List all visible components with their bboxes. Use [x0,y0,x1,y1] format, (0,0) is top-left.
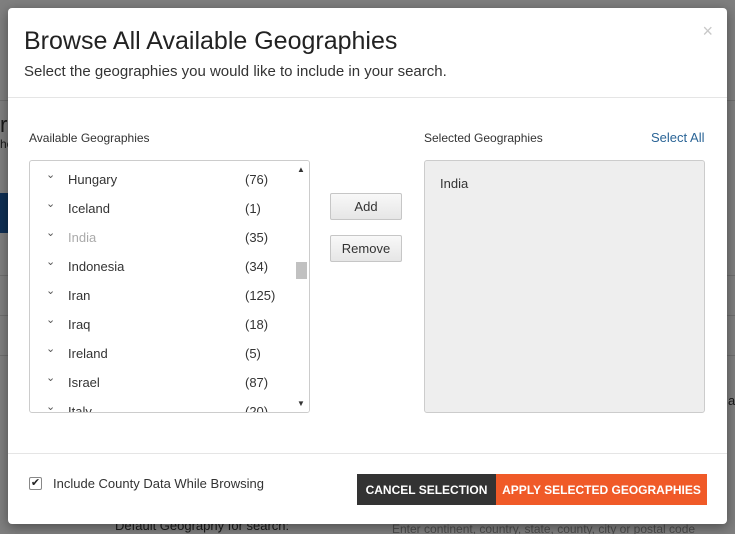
footer-divider [8,453,727,454]
chevron-down-icon[interactable]: ⌄ [46,197,55,210]
include-county-label[interactable]: Include County Data While Browsing [53,476,264,491]
list-scrollbar[interactable]: ▲ ▼ [293,161,309,412]
chevron-down-icon[interactable]: ⌄ [46,168,55,181]
geo-name: India [68,230,97,245]
geo-name: Hungary [68,172,118,187]
list-item[interactable]: ⌄ Ireland (5) [30,337,293,366]
chevron-down-icon[interactable]: ⌄ [46,371,55,384]
scroll-down-icon[interactable]: ▼ [297,399,305,408]
list-item[interactable]: ⌄ Iceland (1) [30,192,293,221]
include-county-checkbox[interactable]: ✔ [29,477,42,490]
list-item[interactable]: ⌄ Italy (20) [30,395,293,412]
cancel-selection-button[interactable]: CANCEL SELECTION [357,474,496,505]
geo-count: (1) [245,201,261,216]
modal-title: Browse All Available Geographies [24,27,398,55]
geo-count: (76) [245,172,269,187]
select-all-link[interactable]: Select All [651,130,704,145]
chevron-down-icon[interactable]: ⌄ [46,226,55,239]
chevron-down-icon[interactable]: ⌄ [46,284,55,297]
geo-name: Iraq [68,317,91,332]
apply-selected-geographies-button[interactable]: APPLY SELECTED GEOGRAPHIES [496,474,707,505]
scroll-thumb[interactable] [296,262,307,279]
selected-item[interactable]: India [440,176,468,191]
selected-geographies-list[interactable]: India [424,160,705,413]
geo-count: (125) [245,288,276,303]
geo-count: (87) [245,375,269,390]
geo-count: (18) [245,317,269,332]
geo-name: Indonesia [68,259,125,274]
geo-name: Israel [68,375,100,390]
available-geographies-list[interactable]: ⌄ Hungary (76) ⌄ Iceland (1) ⌄ India (35) ⌄ Indone… [29,160,310,413]
chevron-down-icon[interactable]: ⌄ [46,400,55,412]
geo-count: (35) [245,230,269,245]
geo-count: (34) [245,259,269,274]
modal-subtitle: Select the geographies you would like to… [24,63,447,80]
modal-header: Browse All Available Geographies Select … [8,8,727,98]
remove-button[interactable]: Remove [330,235,402,262]
geo-count: (20) [245,404,269,412]
geo-name: Iran [68,288,91,303]
scroll-up-icon[interactable]: ▲ [297,165,305,174]
chevron-down-icon[interactable]: ⌄ [46,342,55,355]
list-item[interactable]: ⌄ India (35) [30,221,293,250]
geo-name: Ireland [68,346,108,361]
selected-geographies-label: Selected Geographies [424,131,543,145]
list-item[interactable]: ⌄ Indonesia (34) [30,250,293,279]
available-geographies-label: Available Geographies [29,131,150,145]
geo-count: (5) [245,346,261,361]
geo-name: Italy [68,404,92,412]
list-item[interactable]: ⌄ Iraq (18) [30,308,293,337]
add-button[interactable]: Add [330,193,402,220]
geo-name: Iceland [68,201,110,216]
chevron-down-icon[interactable]: ⌄ [46,255,55,268]
browse-geographies-modal: Browse All Available Geographies Select … [8,8,727,524]
close-icon[interactable]: × [702,22,713,40]
geo-list: ⌄ Hungary (76) ⌄ Iceland (1) ⌄ India (35) ⌄ Indone… [30,161,293,412]
list-item[interactable]: ⌄ Iran (125) [30,279,293,308]
list-item[interactable]: ⌄ Hungary (76) [30,163,293,192]
chevron-down-icon[interactable]: ⌄ [46,313,55,326]
list-item[interactable]: ⌄ Israel (87) [30,366,293,395]
